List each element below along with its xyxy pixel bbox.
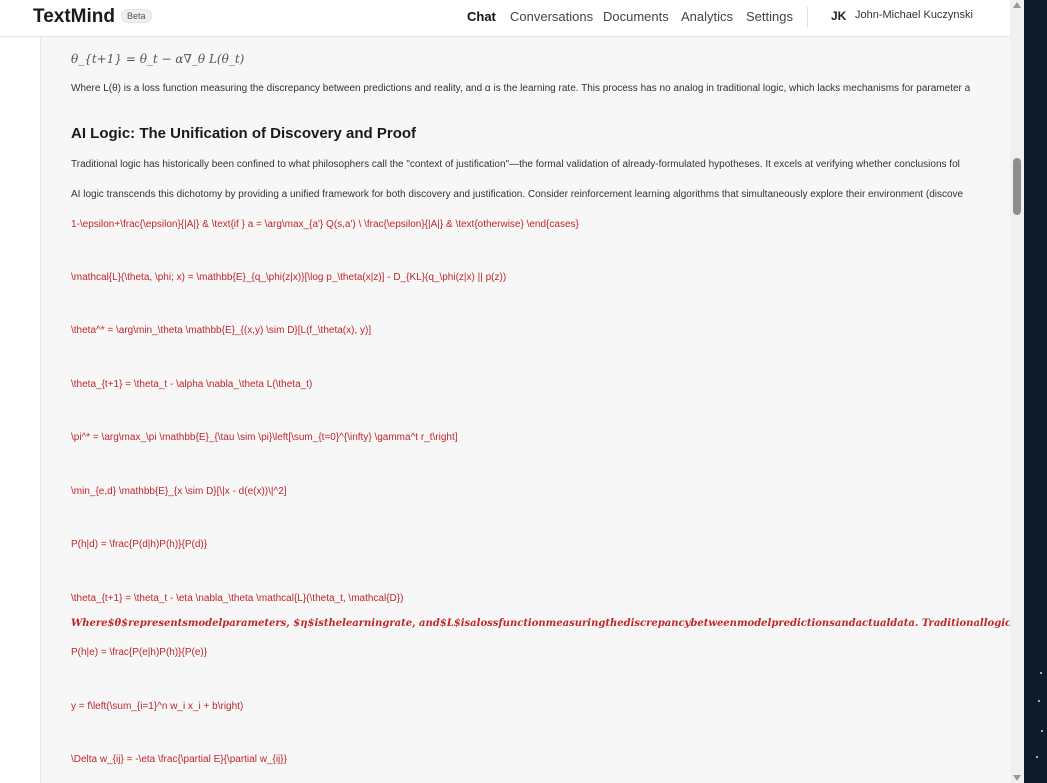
raw-latex-line: \pi^* = \arg\max_\pi \mathbb{E}_{\tau \s… [71,432,458,443]
raw-latex-line: \Delta w_{ij} = -\eta \frac{\partial E}{… [71,754,287,765]
section-heading: AI Logic: The Unification of Discovery a… [71,125,417,142]
beta-badge: Beta [121,9,152,23]
scrollbar-thumb[interactable] [1013,158,1021,215]
user-name[interactable]: John-Michael Kuczynski [855,9,973,21]
user-avatar[interactable]: JK [831,9,846,23]
document-content: θ_{t+1} = θ_t − α∇_θ L(θ_t) Where L(θ) i… [40,37,1010,783]
raw-latex-line: P(h|d) = \frac{P(d|h)P(h)}{P(d)} [71,539,208,550]
raw-latex-line: \theta_{t+1} = \theta_t - \alpha \nabla_… [71,379,313,390]
scroll-up-arrow-icon[interactable] [1013,2,1021,8]
update-formula: θ_{t+1} = θ_t − α∇_θ L(θ_t) [71,52,245,66]
desktop-background [1024,0,1047,783]
brand-logo[interactable]: TextMind [33,6,115,28]
scroll-down-arrow-icon[interactable] [1013,775,1021,781]
app-window: TextMind Beta Chat Conversations Documen… [0,0,1010,783]
vertical-scrollbar[interactable] [1010,0,1024,783]
desktop-speck [1038,700,1040,702]
nav-divider [807,7,808,27]
paragraph-ai-logic: AI logic transcends this dichotomy by pr… [71,189,964,200]
raw-latex-line: \theta_{t+1} = \theta_t - \eta \nabla_\t… [71,593,404,604]
nav-settings[interactable]: Settings [746,9,793,24]
raw-latex-line: \theta^* = \arg\min_\theta \mathbb{E}_{(… [71,325,372,336]
raw-latex-line: P(h|e) = \frac{P(e|h)P(h)}{P(e)} [71,647,208,658]
nav-chat[interactable]: Chat [467,9,496,24]
paragraph-loss: Where L(θ) is a loss function measuring … [71,83,971,94]
desktop-speck [1036,756,1038,758]
paragraph-traditional: Traditional logic has historically been … [71,159,960,170]
italic-explanation: Where$θ$representsmodelparameters, $η$is… [71,618,1010,629]
nav-documents[interactable]: Documents [603,9,669,24]
top-nav-bar: TextMind Beta Chat Conversations Documen… [0,0,1010,37]
raw-latex-line: \min_{e,d} \mathbb{E}_{x \sim D}[\|x - d… [71,486,287,497]
desktop-speck [1040,672,1042,674]
nav-analytics[interactable]: Analytics [681,9,733,24]
raw-latex-line: 1-\epsilon+\frac{\epsilon}{|A|} & \text{… [71,219,579,230]
desktop-speck [1041,730,1043,732]
nav-conversations[interactable]: Conversations [510,9,593,24]
raw-latex-line: y = f\left(\sum_{i=1}^n w_i x_i + b\righ… [71,701,244,712]
raw-latex-line: \mathcal{L}(\theta, \phi; x) = \mathbb{E… [71,272,507,283]
